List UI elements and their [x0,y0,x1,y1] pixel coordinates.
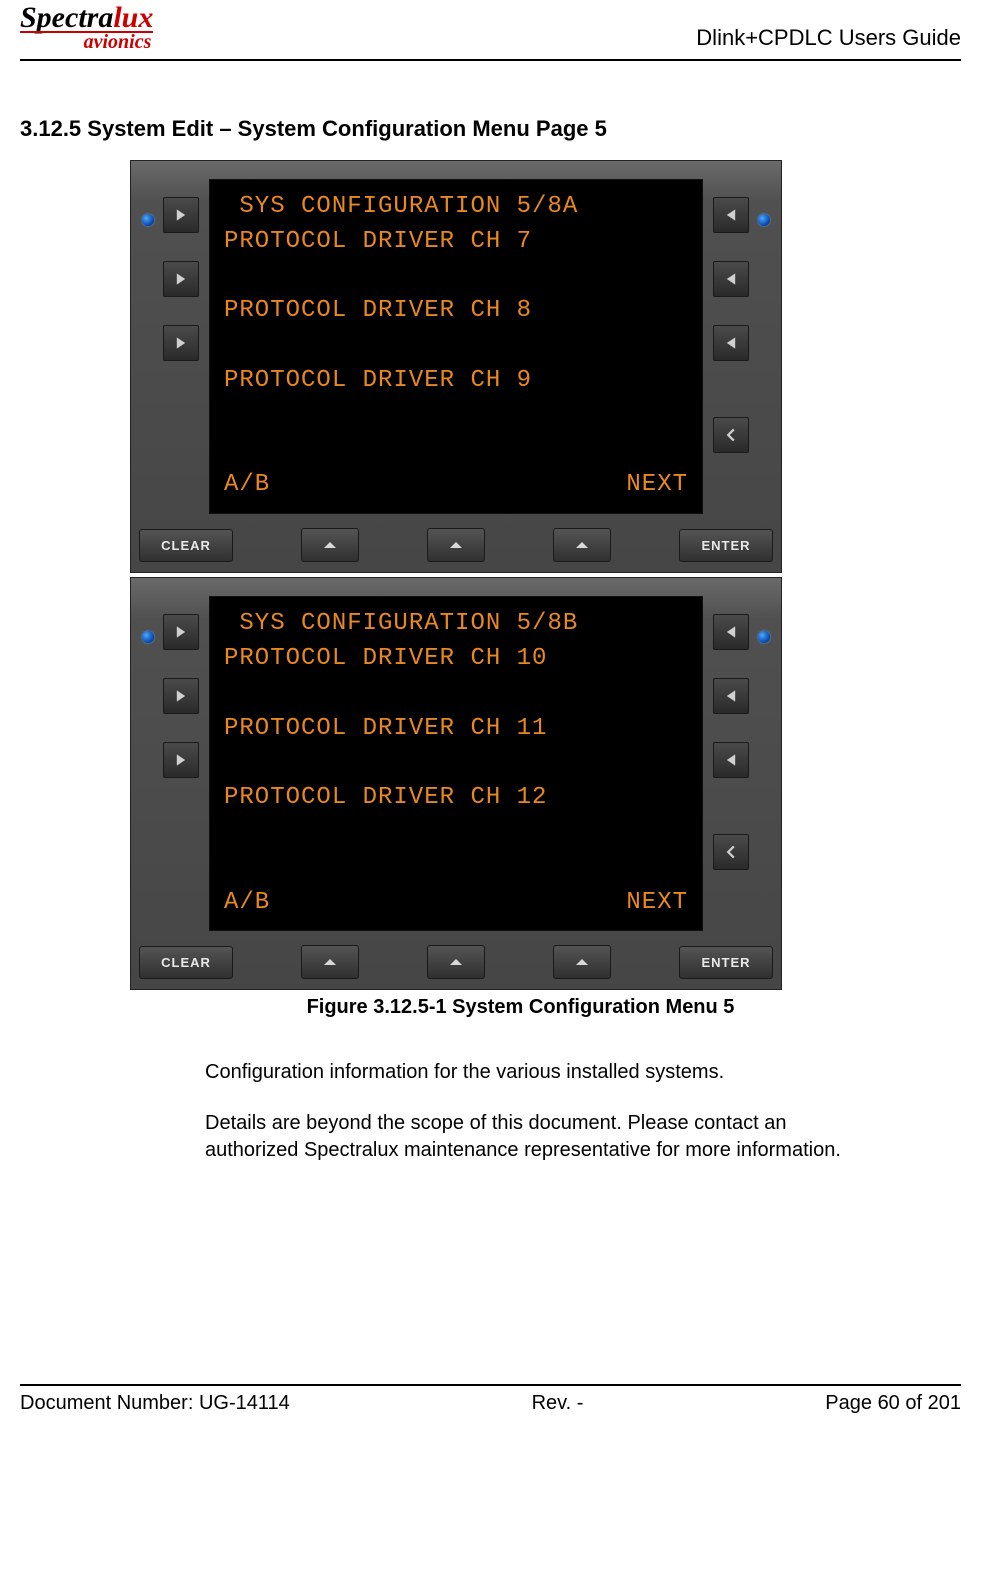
body-text: Configuration information for the variou… [205,1059,871,1164]
page-header: Spectralux avionics Dlink+CPDLC Users Gu… [20,0,961,61]
screen-line-2: PROTOCOL DRIVER CH 11 [224,712,688,747]
left-softkey-3[interactable] [163,325,199,361]
display-screen-a: SYS CONFIGURATION 5/8APROTOCOL DRIVER CH… [209,179,703,514]
left-softkey-2[interactable] [163,261,199,297]
left-softkey-2[interactable] [163,678,199,714]
screen-line-3: PROTOCOL DRIVER CH 12 [224,781,688,816]
led-column-right [755,179,773,514]
section-heading: 3.12.5 System Edit – System Configuratio… [20,116,961,142]
led-column-right [755,596,773,931]
logo-text-black: Spectra [20,1,113,34]
right-softkey-1[interactable] [713,197,749,233]
up-button-2[interactable] [427,528,485,562]
left-softkeys [157,596,205,931]
enter-button[interactable]: ENTER [679,946,773,979]
screen-bottom-right: NEXT [626,468,688,503]
screen-bottom-left: A/B [224,886,270,921]
screen-title: SYS CONFIGURATION 5/8B [224,607,688,642]
led-column-left [139,596,157,931]
led-indicator [758,631,770,643]
screen-line-1: PROTOCOL DRIVER CH 7 [224,225,688,260]
logo-subtext: avionics [20,31,153,51]
paragraph-2: Details are beyond the scope of this doc… [205,1110,871,1164]
left-softkeys [157,179,205,514]
right-softkeys [707,179,755,514]
back-button[interactable] [713,417,749,453]
footer-page: Page 60 of 201 [825,1392,961,1415]
right-softkey-3[interactable] [713,742,749,778]
right-softkey-3[interactable] [713,325,749,361]
logo-text-red: lux [113,1,153,34]
screen-title: SYS CONFIGURATION 5/8A [224,190,688,225]
right-softkey-2[interactable] [713,261,749,297]
footer-revision: Rev. - [532,1392,584,1415]
page-footer: Document Number: UG-14114 Rev. - Page 60… [20,1384,961,1415]
up-button-1[interactable] [301,945,359,979]
right-softkey-1[interactable] [713,614,749,650]
device-panel-b: SYS CONFIGURATION 5/8BPROTOCOL DRIVER CH… [130,577,782,990]
footer-doc-number: Document Number: UG-14114 [20,1392,290,1415]
left-softkey-3[interactable] [163,742,199,778]
screen-line-2: PROTOCOL DRIVER CH 8 [224,294,688,329]
screen-bottom-left: A/B [224,468,270,503]
led-indicator [758,214,770,226]
up-button-3[interactable] [553,528,611,562]
logo: Spectralux avionics [20,4,153,53]
led-column-left [139,179,157,514]
led-indicator [142,214,154,226]
right-softkeys [707,596,755,931]
figure-caption: Figure 3.12.5-1 System Configuration Men… [20,996,961,1019]
display-screen-b: SYS CONFIGURATION 5/8BPROTOCOL DRIVER CH… [209,596,703,931]
led-indicator [142,631,154,643]
left-softkey-1[interactable] [163,614,199,650]
up-button-2[interactable] [427,945,485,979]
back-button[interactable] [713,834,749,870]
paragraph-1: Configuration information for the variou… [205,1059,871,1086]
clear-button[interactable]: CLEAR [139,946,233,979]
up-button-3[interactable] [553,945,611,979]
right-softkey-2[interactable] [713,678,749,714]
screen-line-1: PROTOCOL DRIVER CH 10 [224,642,688,677]
up-button-1[interactable] [301,528,359,562]
enter-button[interactable]: ENTER [679,529,773,562]
left-softkey-1[interactable] [163,197,199,233]
screen-line-3: PROTOCOL DRIVER CH 9 [224,364,688,399]
device-panel-a: SYS CONFIGURATION 5/8APROTOCOL DRIVER CH… [130,160,782,573]
screen-bottom-right: NEXT [626,886,688,921]
clear-button[interactable]: CLEAR [139,529,233,562]
guide-title: Dlink+CPDLC Users Guide [696,25,961,53]
